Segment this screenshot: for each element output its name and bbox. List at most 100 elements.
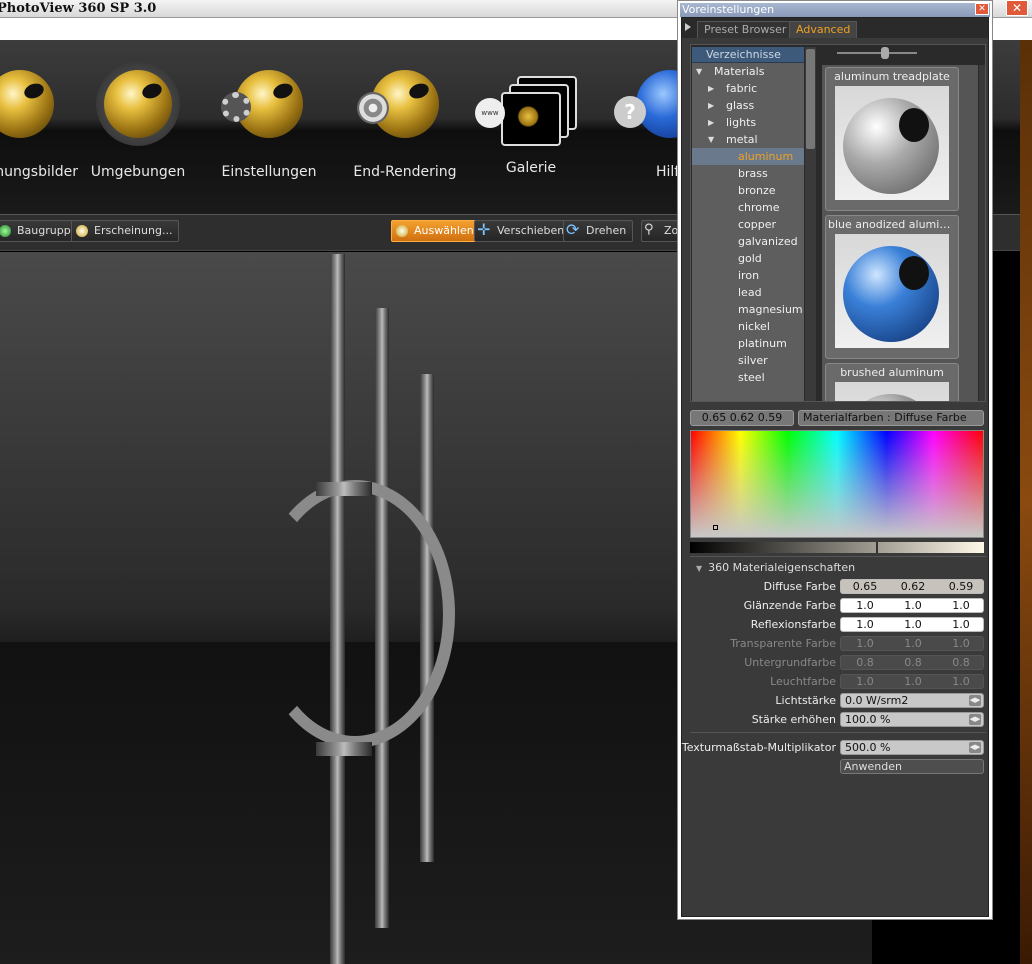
field-value: 0.0 W/srm2	[845, 694, 909, 707]
prop-diffuse-color: Diffuse Farbe 0.65 0.62 0.59	[690, 579, 986, 595]
thumbnail-size-slider[interactable]	[831, 47, 921, 59]
r-value: 1.0	[856, 618, 874, 631]
auswaehlen-button[interactable]: Auswählen	[391, 220, 481, 242]
prop-boost: Stärke erhöhen 100.0 % ◀▶	[690, 712, 986, 728]
tree-item-galvanized[interactable]: galvanized	[692, 233, 804, 250]
drehen-button[interactable]: ⟳ Drehen	[563, 220, 634, 242]
erscheinung-button[interactable]: Erscheinung...	[71, 220, 180, 242]
tab-preset-browser[interactable]: Preset Browser	[697, 21, 794, 38]
window-close-button[interactable]: ✕	[1006, 0, 1028, 16]
gold-sphere-icon	[221, 70, 303, 138]
tree-item-aluminum[interactable]: aluminum	[692, 148, 804, 165]
prop-label: Texturmaßstab-Multiplikator	[681, 741, 836, 754]
handle-arc	[255, 480, 455, 748]
section-title: 360 Materialeigenschaften	[708, 561, 856, 574]
apply-button[interactable]: Anwenden	[840, 759, 984, 774]
color-info-row: 0.65 0.62 0.59 Materialfarben : Diffuse …	[690, 410, 986, 427]
thumbnail-card[interactable]: blue anodized aluminum	[825, 215, 959, 359]
tree-root-materials[interactable]: ▼ Materials	[692, 63, 804, 80]
tree-label: lights	[726, 116, 757, 129]
color-value-field[interactable]: 0.65 0.62 0.59	[690, 410, 794, 426]
rgb-field[interactable]: 1.0 1.0 1.0	[840, 617, 984, 632]
thumbnail-title: brushed aluminum	[840, 366, 944, 379]
r-value: 1.0	[856, 599, 874, 612]
gear-icon	[221, 92, 251, 122]
tool-umgebungen[interactable]: Umgebungen	[68, 62, 208, 180]
b-value: 1.0	[952, 599, 970, 612]
tree-folder-lights[interactable]: ▶ lights	[692, 114, 804, 131]
brightness-gradient[interactable]	[690, 542, 984, 553]
expand-arrow-icon: ▼	[696, 67, 703, 76]
thumbnail-card[interactable]: aluminum treadplate	[825, 67, 959, 211]
texture-scale-field[interactable]: 500.0 % ◀▶	[840, 740, 984, 755]
rgb-field[interactable]: 1.0 1.0 1.0	[840, 598, 984, 613]
boost-field[interactable]: 100.0 % ◀▶	[840, 712, 984, 727]
target-icon	[357, 92, 389, 124]
tab-advanced[interactable]: Advanced	[789, 21, 858, 38]
scroll-thumb[interactable]	[806, 49, 815, 149]
b-value: 0.59	[948, 580, 974, 593]
thumbnail-scrollbar[interactable]	[979, 65, 985, 401]
verschieben-button[interactable]: ✛ Verschieben	[474, 220, 572, 242]
tree-folder-glass[interactable]: ▶ glass	[692, 97, 804, 114]
rgb-field[interactable]: 0.65 0.62 0.59	[840, 579, 984, 594]
tree-item-nickel[interactable]: nickel	[692, 318, 804, 335]
tree-item-magnesium[interactable]: magnesium	[692, 301, 804, 318]
divider	[690, 556, 986, 557]
r-value: 0.8	[856, 656, 874, 669]
slider-knob[interactable]	[881, 47, 889, 59]
color-cursor[interactable]	[713, 525, 718, 530]
tree-label: metal	[726, 133, 758, 146]
b-value: 1.0	[952, 637, 970, 650]
spinner-icon[interactable]: ◀▶	[969, 714, 981, 725]
collapse-arrow-icon: ▶	[708, 84, 715, 93]
spinner-icon[interactable]: ◀▶	[969, 695, 981, 706]
gallery-card	[501, 92, 561, 146]
prop-subsurface-color: Untergrundfarbe 0.8 0.8 0.8	[690, 655, 986, 671]
tree-item-steel[interactable]: steel	[692, 369, 804, 386]
tree-item-brass[interactable]: brass	[692, 165, 804, 182]
collapse-arrow-icon[interactable]	[685, 23, 691, 31]
verschieben-label: Verschieben	[497, 224, 565, 237]
tree-scrollbar[interactable]	[805, 47, 816, 401]
preset-browser: Verzeichnisse ▼ Materials ▶ fabric ▶ glass …	[690, 44, 986, 402]
tree-item-copper[interactable]: copper	[692, 216, 804, 233]
tree-item-chrome[interactable]: chrome	[692, 199, 804, 216]
light-intensity-field[interactable]: 0.0 W/srm2 ◀▶	[840, 693, 984, 708]
tree-item-silver[interactable]: silver	[692, 352, 804, 369]
tree-item-lead[interactable]: lead	[692, 284, 804, 301]
dialog-close-button[interactable]: ✕	[975, 3, 989, 15]
tree-label: Materials	[714, 65, 765, 78]
rgb-field: 1.0 1.0 1.0	[840, 636, 984, 651]
tree-item-gold[interactable]: gold	[692, 250, 804, 267]
collapse-arrow-icon: ▶	[708, 118, 715, 127]
gold-sphere-icon	[357, 70, 439, 138]
preview-sphere	[843, 394, 939, 401]
prop-light-intensity: Lichtstärke 0.0 W/srm2 ◀▶	[690, 693, 986, 709]
www-icon: www	[475, 98, 505, 128]
color-spectrum-picker[interactable]	[690, 430, 984, 538]
handle-bar	[316, 742, 372, 756]
tree-item-iron[interactable]: iron	[692, 267, 804, 284]
tool-galerie[interactable]: www Galerie	[461, 76, 601, 176]
field-value: 100.0 %	[845, 713, 891, 726]
prop-label: Lichtstärke	[775, 694, 836, 707]
r-value: 0.65	[852, 580, 878, 593]
divider	[690, 732, 986, 733]
section-header[interactable]: ▼ 360 Materialeigenschaften	[690, 560, 986, 576]
prop-label: Stärke erhöhen	[751, 713, 836, 726]
thumbnail-card[interactable]: brushed aluminum	[825, 363, 959, 401]
zoom-icon: ⚲	[644, 222, 654, 237]
tree-header: Verzeichnisse	[692, 47, 804, 63]
tree-item-platinum[interactable]: platinum	[692, 335, 804, 352]
g-value: 1.0	[904, 675, 922, 688]
spinner-icon[interactable]: ◀▶	[969, 742, 981, 753]
gold-sphere-icon	[104, 70, 172, 138]
tool-einstellungen[interactable]: Einstellungen	[199, 70, 339, 180]
brightness-marker[interactable]	[876, 542, 878, 553]
tree-item-bronze[interactable]: bronze	[692, 182, 804, 199]
tool-label: Galerie	[505, 160, 557, 176]
tree-folder-metal[interactable]: ▼ metal	[692, 131, 804, 148]
tree-folder-fabric[interactable]: ▶ fabric	[692, 80, 804, 97]
tool-end-rendering[interactable]: End-Rendering	[335, 70, 475, 180]
